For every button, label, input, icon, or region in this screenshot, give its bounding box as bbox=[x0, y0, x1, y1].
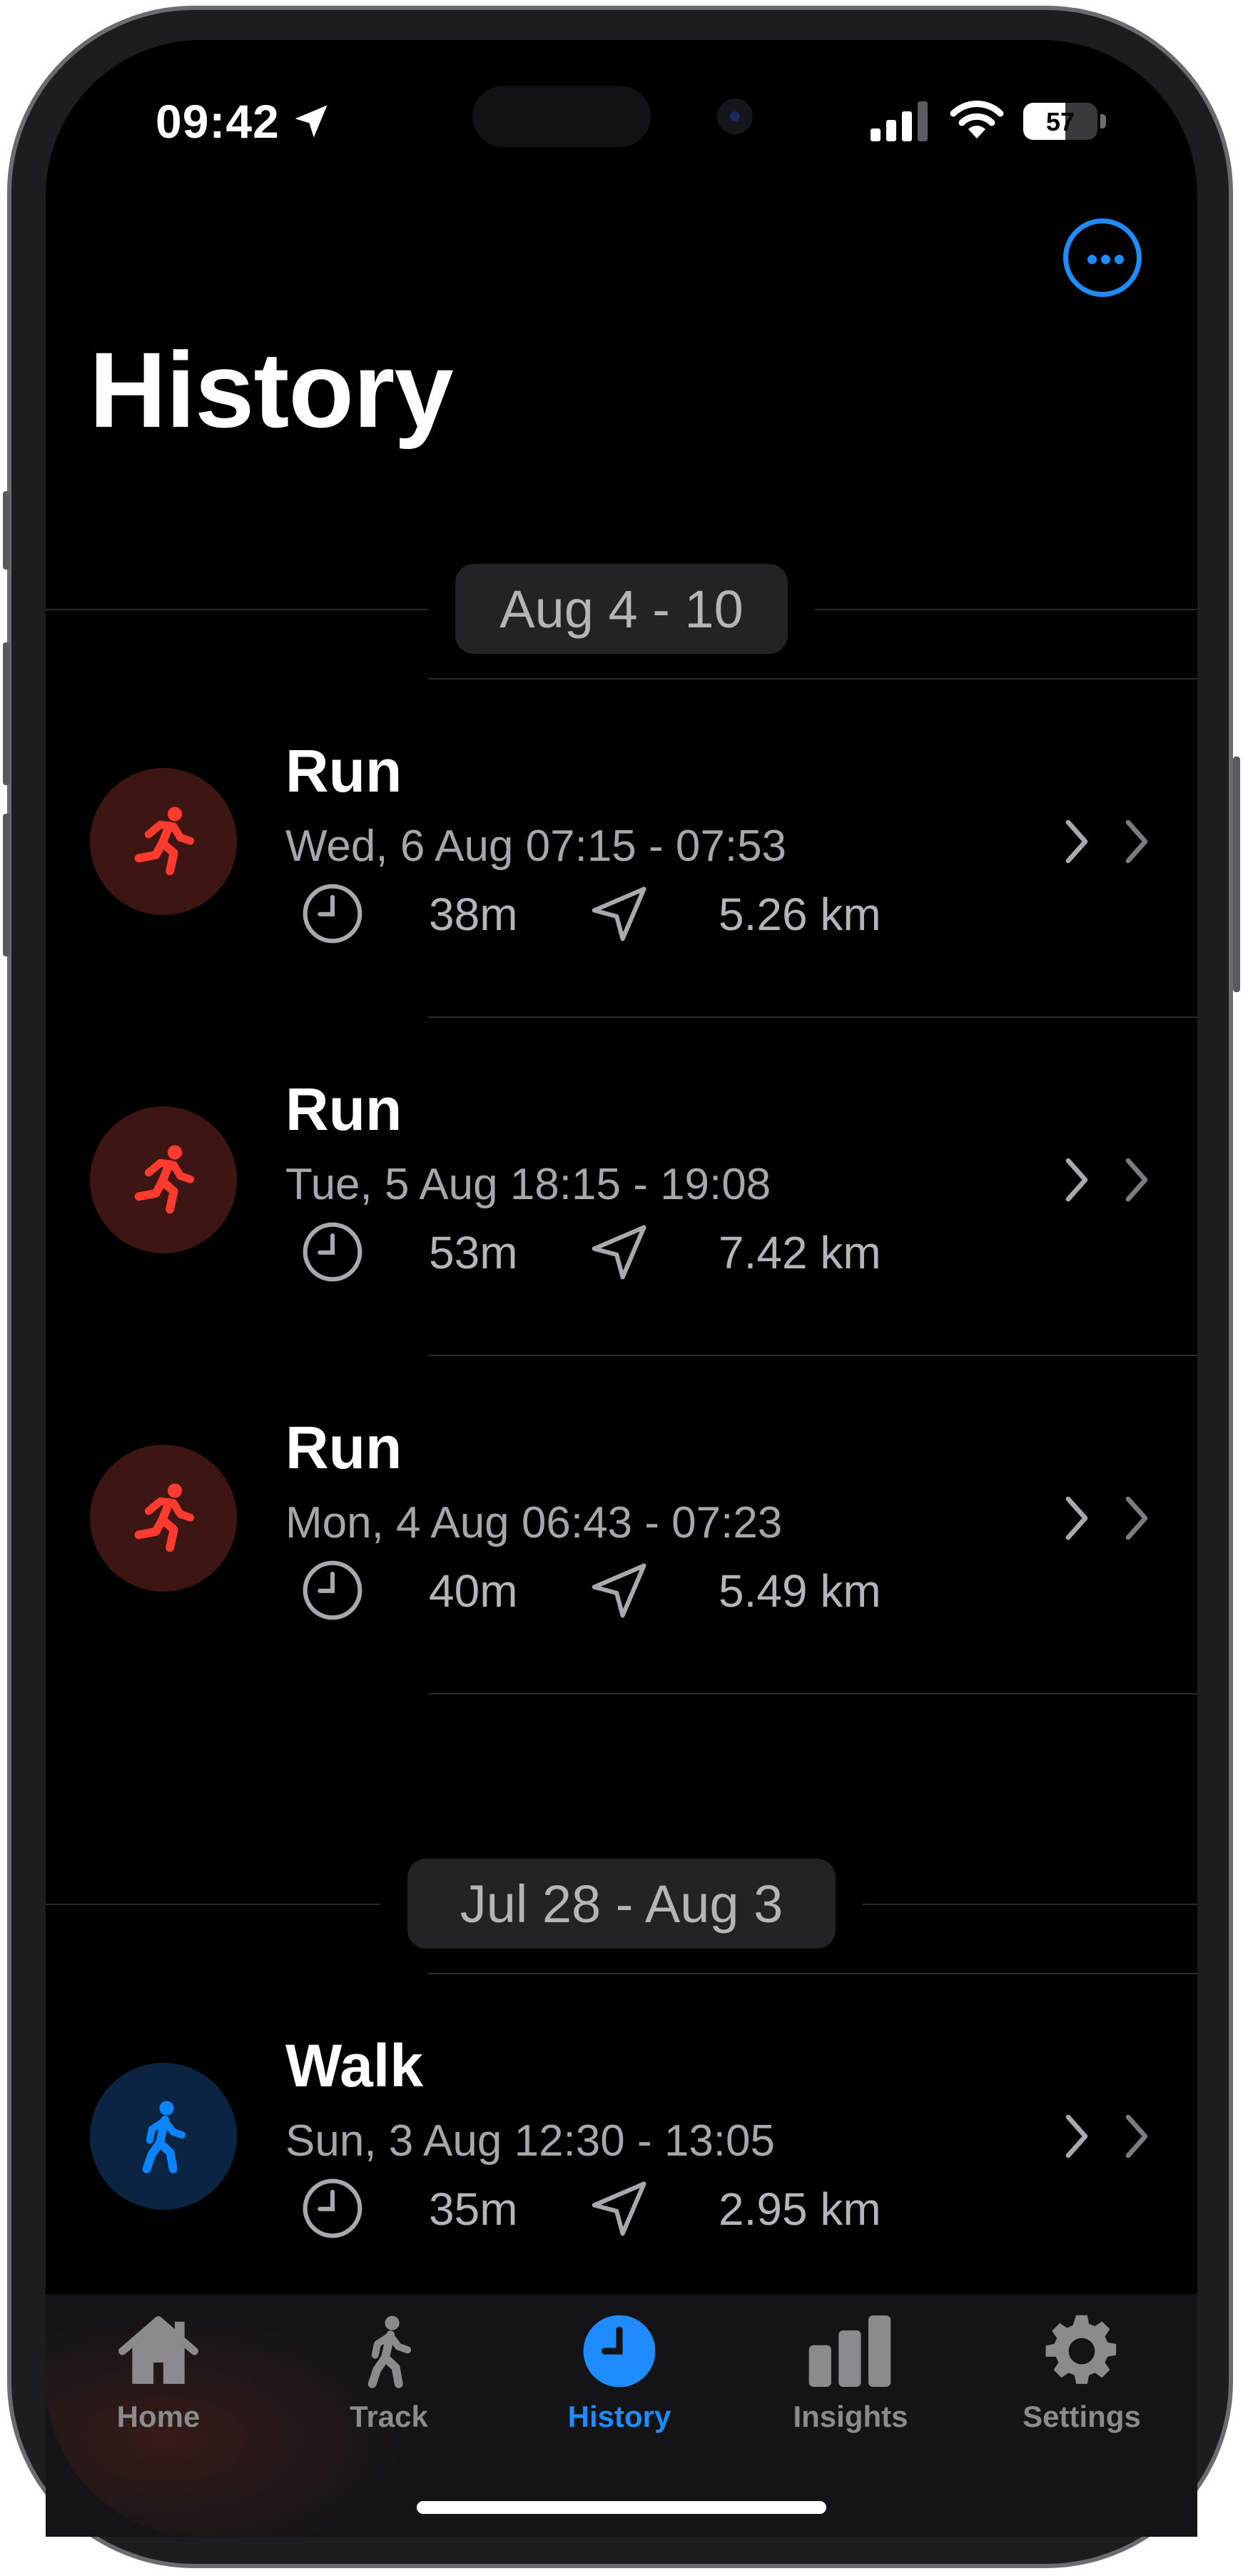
activity-distance: 5.49 km bbox=[719, 1565, 881, 1617]
tab-label: Settings bbox=[1023, 2400, 1141, 2433]
location-arrow-icon bbox=[587, 1557, 652, 1627]
week-divider-line bbox=[863, 1904, 1197, 1905]
action-button bbox=[3, 491, 10, 570]
battery-level: 57 bbox=[1045, 107, 1075, 136]
activity-type-badge bbox=[90, 1445, 237, 1592]
activity-type-label: Run bbox=[285, 737, 402, 804]
walking-figure-icon bbox=[343, 2310, 435, 2393]
cellular-signal-icon bbox=[871, 101, 928, 141]
clock-icon bbox=[573, 2310, 666, 2393]
bar-chart-icon bbox=[804, 2310, 897, 2393]
battery-indicator: 57 bbox=[1023, 103, 1097, 140]
chevron-right-icon[interactable] bbox=[1122, 1156, 1152, 1207]
walking-figure-icon bbox=[124, 2097, 203, 2176]
clock-icon bbox=[300, 2176, 365, 2245]
chevron-right-icon[interactable] bbox=[1122, 2113, 1152, 2163]
home-indicator bbox=[417, 2501, 826, 2514]
side-button bbox=[1233, 757, 1240, 992]
location-services-icon bbox=[295, 105, 328, 138]
chevron-right-icon[interactable] bbox=[1062, 1495, 1092, 1545]
location-arrow-icon bbox=[587, 1219, 652, 1288]
activity-date-range: Sun, 3 Aug 12:30 - 13:05 bbox=[285, 2116, 775, 2166]
activity-type-label: Run bbox=[285, 1076, 402, 1143]
activity-duration: 38m bbox=[429, 889, 518, 940]
status-time: 09:42 bbox=[156, 95, 280, 148]
running-figure-icon bbox=[124, 802, 203, 881]
clock-icon bbox=[300, 881, 365, 950]
chevron-right-icon[interactable] bbox=[1062, 2113, 1092, 2163]
activity-date-range: Tue, 5 Aug 18:15 - 19:08 bbox=[285, 1160, 771, 1209]
clock-icon bbox=[300, 1219, 365, 1288]
row-separator bbox=[428, 1693, 1197, 1694]
page-title: History bbox=[89, 330, 454, 450]
tab-label: Track bbox=[350, 2400, 428, 2433]
activity-duration: 40m bbox=[429, 1565, 518, 1617]
week-range-pill: Aug 4 - 10 bbox=[455, 564, 788, 654]
activity-duration: 53m bbox=[429, 1227, 518, 1278]
running-figure-icon bbox=[124, 1479, 203, 1557]
tab-label: Home bbox=[116, 2400, 201, 2433]
chevron-right-icon[interactable] bbox=[1062, 818, 1092, 869]
activity-date-range: Wed, 6 Aug 07:15 - 07:53 bbox=[285, 822, 787, 871]
week-range-pill: Jul 28 - Aug 3 bbox=[407, 1859, 836, 1949]
more-options-button[interactable] bbox=[1063, 218, 1142, 297]
activity-type-badge bbox=[90, 2063, 237, 2210]
activity-type-label: Run bbox=[285, 1414, 402, 1481]
clock-icon bbox=[300, 1557, 365, 1627]
week-divider-line bbox=[46, 609, 428, 610]
chevron-right-icon[interactable] bbox=[1122, 818, 1152, 869]
wifi-icon bbox=[950, 101, 1004, 138]
gear-icon bbox=[1035, 2310, 1128, 2393]
location-arrow-icon bbox=[587, 2176, 652, 2245]
chevron-right-icon[interactable] bbox=[1122, 1495, 1152, 1545]
chevron-right-icon[interactable] bbox=[1062, 1156, 1092, 1207]
tab-label: History bbox=[567, 2400, 671, 2433]
activity-date-range: Mon, 4 Aug 06:43 - 07:23 bbox=[285, 1498, 783, 1547]
house-icon bbox=[112, 2310, 205, 2393]
week-divider-line bbox=[46, 1904, 380, 1905]
dynamic-island bbox=[472, 86, 651, 147]
tab-label: Insights bbox=[793, 2400, 908, 2433]
status-time-group: 09:42 bbox=[156, 93, 333, 150]
activity-distance: 2.95 km bbox=[719, 2183, 881, 2235]
week-divider-line bbox=[815, 609, 1197, 610]
activity-type-badge bbox=[90, 1106, 237, 1253]
volume-up-button bbox=[3, 642, 10, 785]
battery-tip bbox=[1100, 114, 1106, 128]
front-camera bbox=[717, 99, 753, 134]
activity-distance: 7.42 km bbox=[719, 1227, 881, 1278]
activity-type-label: Walk bbox=[285, 2032, 423, 2099]
running-figure-icon bbox=[124, 1141, 203, 1219]
volume-down-button bbox=[3, 814, 10, 956]
activity-distance: 5.26 km bbox=[719, 889, 881, 940]
activity-duration: 35m bbox=[429, 2183, 518, 2235]
location-arrow-icon bbox=[587, 881, 652, 950]
activity-type-badge bbox=[90, 768, 237, 915]
